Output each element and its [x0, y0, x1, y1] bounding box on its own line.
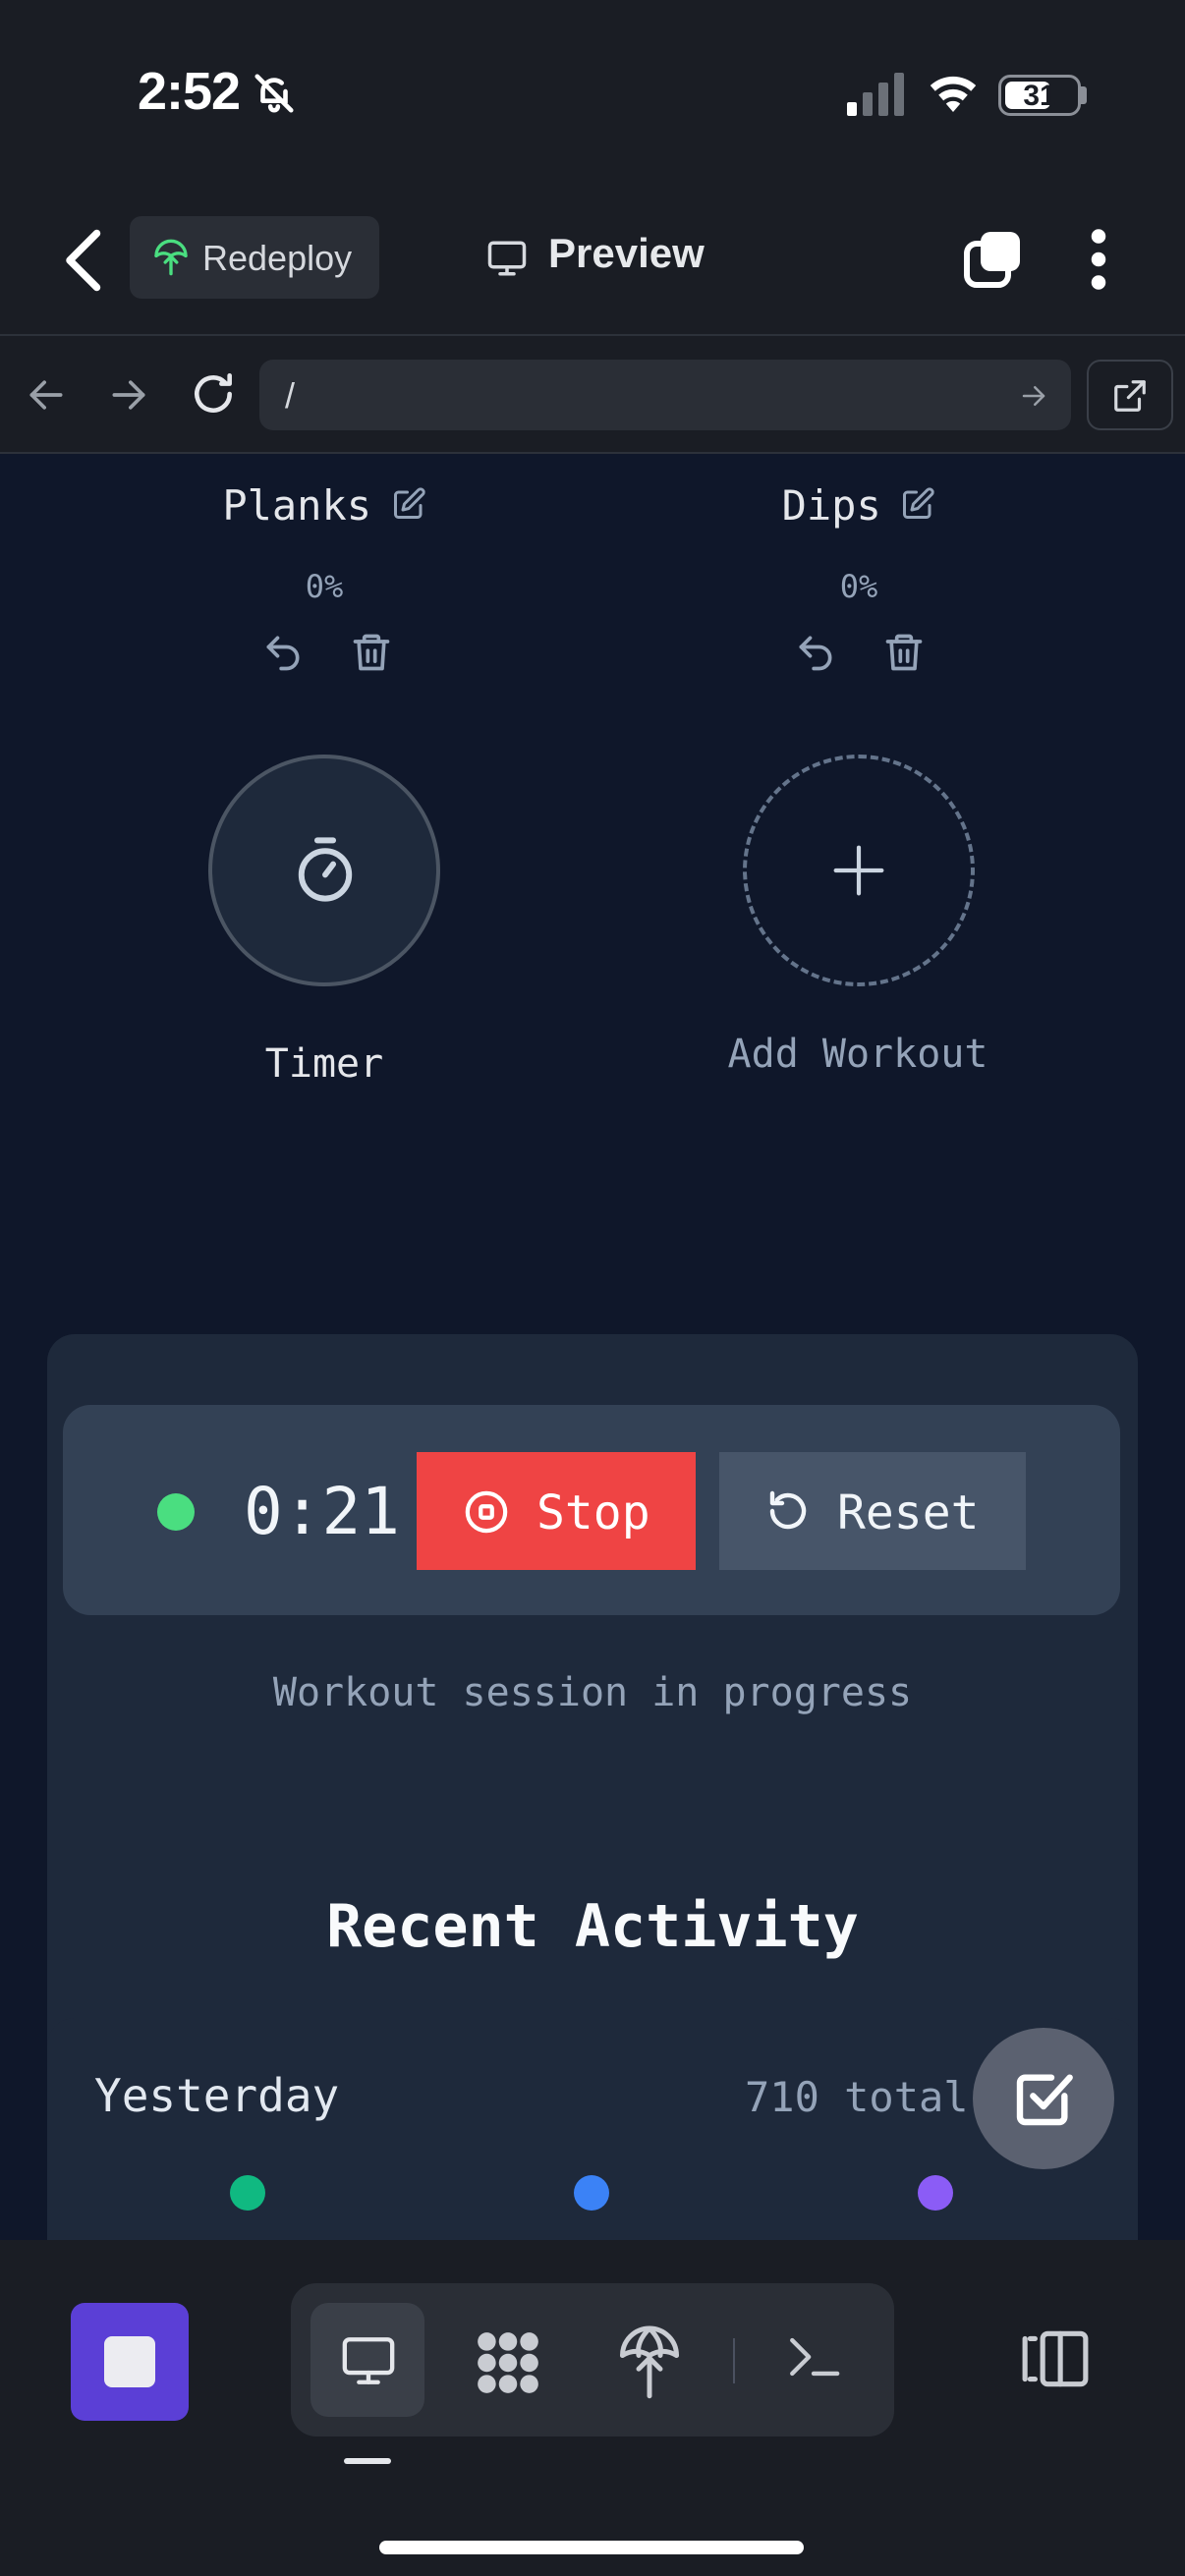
reset-button[interactable]: Reset: [719, 1452, 1026, 1570]
edit-icon[interactable]: [391, 486, 426, 522]
app-bar: Redeploy Preview: [0, 196, 1185, 336]
undo-icon[interactable]: [794, 631, 837, 674]
open-external-button[interactable]: [1087, 360, 1173, 430]
bottom-toolbar: [0, 2240, 1185, 2576]
active-tab-indicator: [344, 2458, 391, 2464]
plus-icon: [833, 845, 884, 896]
monitor-icon: [487, 241, 527, 276]
session-active-dot: [157, 1493, 195, 1531]
external-link-icon: [1114, 380, 1146, 412]
stop-square-icon: [104, 2336, 155, 2387]
session-timer-bar: 0:21 Stop Reset: [63, 1405, 1120, 1615]
recent-activity-heading: Recent Activity: [326, 1892, 859, 1961]
back-chevron-icon[interactable]: [55, 226, 114, 295]
url-input[interactable]: /: [259, 360, 1071, 430]
url-text: /: [285, 375, 296, 416]
deploy-umbrella-icon: [154, 239, 188, 276]
checklist-fab[interactable]: [973, 2028, 1114, 2169]
timer-tile-button[interactable]: [208, 755, 440, 986]
tab-preview[interactable]: [310, 2303, 424, 2417]
divider: [733, 2338, 735, 2383]
reload-icon[interactable]: [189, 369, 238, 419]
bell-off-icon: [254, 74, 294, 113]
page-title: Preview: [548, 230, 705, 276]
workout-planks: Planks 0%: [197, 481, 452, 639]
add-workout-button[interactable]: [743, 755, 975, 986]
undo-icon[interactable]: [261, 631, 305, 674]
workout-name: Planks: [222, 481, 372, 530]
edit-icon[interactable]: [900, 486, 935, 522]
activity-day-label: Yesterday: [94, 2069, 340, 2122]
preview-content: Planks 0% Dips 0% Timer Add Workout 0:21…: [0, 454, 1185, 2240]
workout-dips: Dips 0%: [731, 481, 987, 639]
monitor-icon: [342, 2337, 395, 2384]
workout-name: Dips: [781, 481, 881, 530]
battery-cap: [1081, 86, 1087, 104]
activity-dot: [574, 2175, 609, 2211]
redeploy-label: Redeploy: [202, 238, 353, 278]
reset-icon: [769, 1490, 807, 1530]
checkbox-check-icon: [1016, 2074, 1073, 2126]
stopwatch-icon: [298, 837, 353, 902]
reset-label: Reset: [837, 1485, 980, 1540]
stop-app-button[interactable]: [71, 2303, 189, 2421]
activity-dot: [230, 2175, 265, 2211]
view-switcher: [291, 2283, 894, 2436]
go-arrow-icon[interactable]: [1018, 381, 1049, 411]
browser-toolbar: /: [0, 336, 1185, 454]
cellular-signal-icon: [847, 73, 904, 116]
more-vertical-icon[interactable]: [1081, 228, 1116, 291]
terminal-icon[interactable]: [784, 2328, 843, 2385]
home-indicator: [379, 2541, 804, 2554]
add-workout-label: Add Workout: [727, 1032, 988, 1077]
battery-icon: 31: [998, 75, 1081, 116]
stop-button[interactable]: Stop: [417, 1452, 696, 1570]
apps-grid-icon[interactable]: [472, 2326, 544, 2399]
elapsed-time: 0:21: [244, 1474, 400, 1549]
redeploy-button[interactable]: Redeploy: [130, 216, 379, 299]
activity-day-total: 710 total: [745, 2073, 969, 2121]
session-status-text: Workout session in progress: [272, 1670, 913, 1715]
workout-progress: 0%: [839, 568, 878, 605]
timer-label: Timer: [264, 1041, 384, 1087]
workout-progress: 0%: [305, 568, 344, 605]
battery-level: 31: [1023, 80, 1056, 112]
arrow-right-icon[interactable]: [106, 373, 151, 417]
arrow-left-icon[interactable]: [24, 373, 69, 417]
status-time: 2:52: [138, 62, 241, 121]
trash-icon[interactable]: [350, 631, 393, 674]
deploy-umbrella-icon[interactable]: [617, 2323, 682, 2399]
tabs-icon[interactable]: [963, 230, 1022, 289]
stop-circle-icon: [465, 1490, 508, 1534]
trash-icon[interactable]: [882, 631, 926, 674]
activity-day-card: Yesterday 710 total: [47, 2018, 1138, 2240]
status-bar: 2:52 31: [0, 0, 1185, 196]
panel-layout-icon[interactable]: [1020, 2328, 1091, 2389]
activity-dot: [918, 2175, 953, 2211]
stop-label: Stop: [536, 1485, 650, 1540]
wifi-icon: [930, 76, 977, 112]
